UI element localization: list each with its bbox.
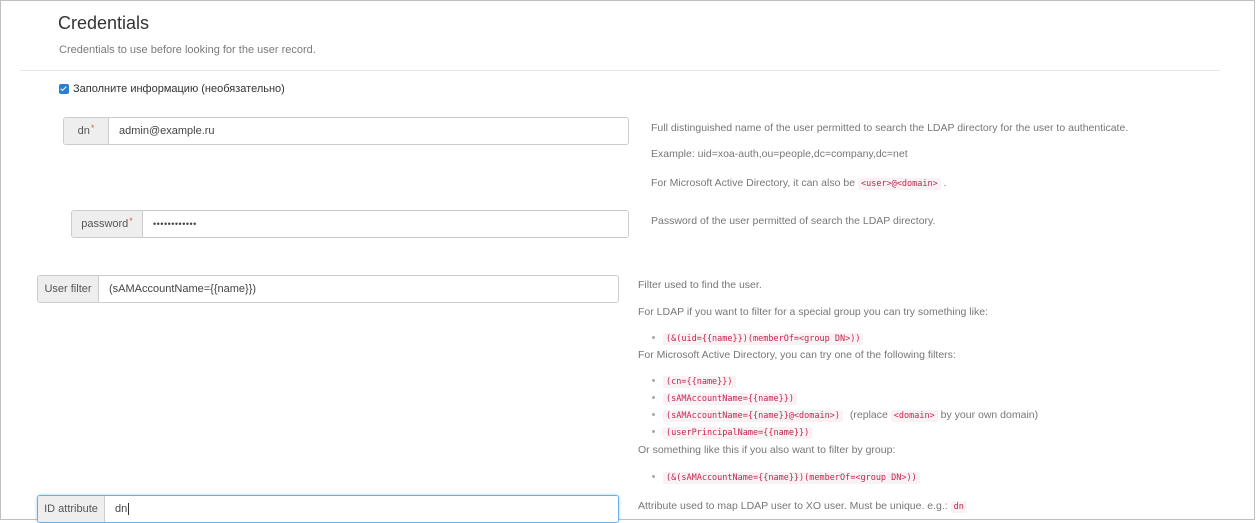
ldap-example-code: (&(uid={{name}})(memberOf=<group DN>)) xyxy=(663,333,864,345)
dn-help-1: Full distinguished name of the user perm… xyxy=(651,122,1129,134)
user-filter-addon: User filter xyxy=(38,276,99,302)
required-mark: * xyxy=(129,216,133,226)
divider xyxy=(20,70,1220,71)
password-input[interactable]: •••••••••••• xyxy=(143,211,628,237)
dn-help-3-end: . xyxy=(943,177,947,189)
ad-example-item: (sAMAccountName={{name}}@<domain>) (repl… xyxy=(652,409,1039,422)
user-filter-help-4: Or something like this if you also want … xyxy=(638,444,896,456)
password-label: password xyxy=(81,218,129,230)
section-title: Credentials xyxy=(58,13,150,33)
ad-example-code: (userPrincipalName={{name}}) xyxy=(663,427,813,439)
ad-example-code: (sAMAccountName={{name}}@<domain>) xyxy=(663,410,843,422)
required-mark: * xyxy=(90,123,95,133)
id-attribute-value: dn xyxy=(115,503,128,515)
fill-info-checkbox-row[interactable]: Заполните информацию (необязательно) xyxy=(59,83,285,95)
dn-label: dn xyxy=(77,125,90,137)
ad-example-item: (sAMAccountName={{name}}) xyxy=(652,392,797,405)
id-attribute-addon: ID attribute xyxy=(38,496,105,522)
ad-example-code: (sAMAccountName={{name}}) xyxy=(663,393,797,405)
password-field: password * •••••••••••• xyxy=(71,210,629,238)
user-filter-help-1: Filter used to find the user. xyxy=(638,279,762,291)
password-help: Password of the user permitted of search… xyxy=(651,215,936,227)
text-caret xyxy=(128,503,130,515)
id-attribute-help: Attribute used to map LDAP user to XO us… xyxy=(638,499,967,514)
group-example-code: (&(sAMAccountName={{name}})(memberOf=<gr… xyxy=(663,472,920,484)
id-attribute-field: ID attribute dn xyxy=(37,495,619,523)
settings-panel xyxy=(0,0,1255,520)
user-filter-field: User filter (sAMAccountName={{name}}) xyxy=(37,275,619,303)
user-filter-help-2: For LDAP if you want to filter for a spe… xyxy=(638,306,988,318)
id-attribute-help-code: dn xyxy=(950,501,967,513)
dn-help-3-text: For Microsoft Active Directory, it can a… xyxy=(651,177,856,189)
ad-example-item: (userPrincipalName={{name}}) xyxy=(652,426,813,439)
password-addon: password * xyxy=(72,211,143,237)
id-attribute-input[interactable]: dn xyxy=(105,496,618,522)
user-filter-label: User filter xyxy=(44,283,92,295)
id-attribute-label: ID attribute xyxy=(44,503,98,515)
fill-info-label: Заполните информацию (необязательно) xyxy=(73,83,285,95)
replace-note-code: <domain> xyxy=(890,410,938,422)
replace-note-post: by your own domain) xyxy=(940,409,1039,421)
dn-help-3: For Microsoft Active Directory, it can a… xyxy=(651,176,947,191)
section-subtitle: Credentials to use before looking for th… xyxy=(59,44,316,56)
user-filter-input[interactable]: (sAMAccountName={{name}}) xyxy=(99,276,618,302)
fill-info-checkbox[interactable] xyxy=(59,84,69,94)
id-attribute-help-text: Attribute used to map LDAP user to XO us… xyxy=(638,500,948,512)
dn-field: dn * admin@example.ru xyxy=(63,117,629,145)
ad-example-code: (cn={{name}}) xyxy=(663,376,736,388)
group-example-item: (&(sAMAccountName={{name}})(memberOf=<gr… xyxy=(652,471,920,484)
dn-addon: dn * xyxy=(64,118,109,144)
ad-example-item: (cn={{name}}) xyxy=(652,375,736,388)
dn-input[interactable]: admin@example.ru xyxy=(109,118,628,144)
dn-help-2: Example: uid=xoa-auth,ou=people,dc=compa… xyxy=(651,148,908,160)
ldap-example-item: (&(uid={{name}})(memberOf=<group DN>)) xyxy=(652,332,864,345)
replace-note-pre: (replace xyxy=(849,409,888,421)
dn-help-3-code: <user>@<domain> xyxy=(857,178,941,190)
user-filter-help-3: For Microsoft Active Directory, you can … xyxy=(638,349,956,361)
